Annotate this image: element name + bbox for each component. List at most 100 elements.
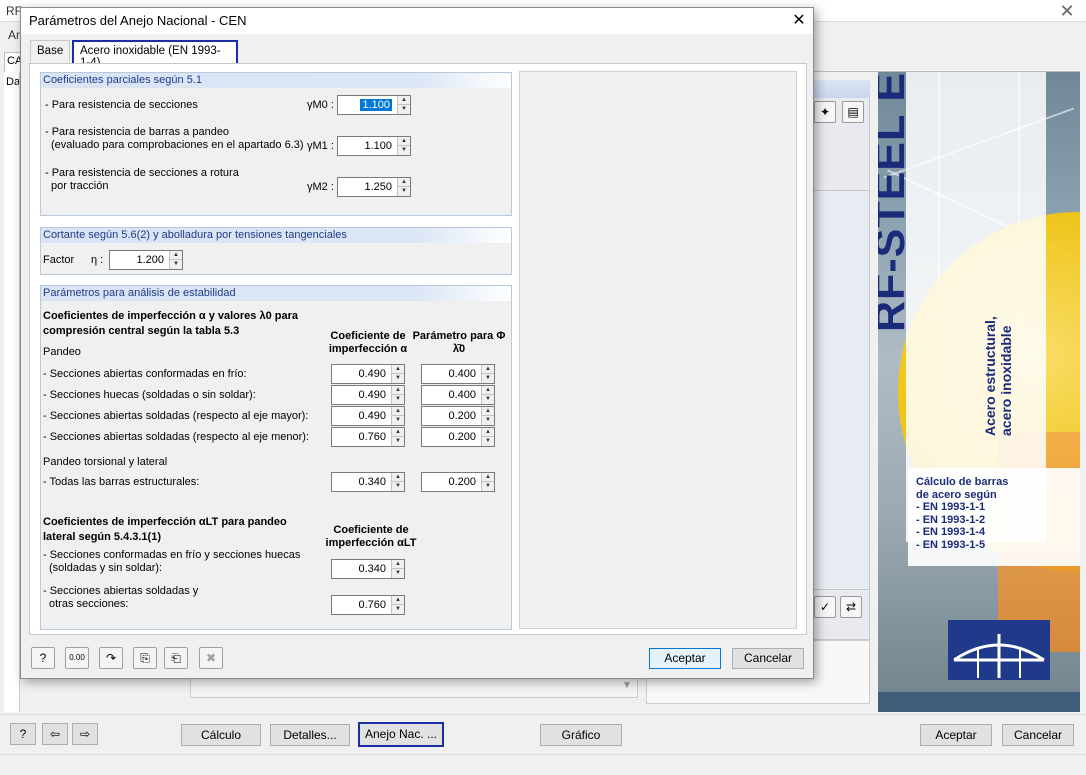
delete-icon[interactable]: ✖: [199, 647, 223, 669]
national-annex-button[interactable]: Anejo Nac. ...: [358, 722, 444, 747]
decimal-places-icon[interactable]: 0.00: [65, 647, 89, 669]
shear-group: Cortante según 5.6(2) y abolladura por t…: [40, 227, 512, 275]
row-label: - Secciones abiertas soldadas (respecto …: [43, 410, 309, 422]
check-icon[interactable]: ✓: [814, 596, 836, 618]
spin-down-icon[interactable]: ▼: [392, 395, 404, 404]
details-button[interactable]: Detalles...: [270, 724, 350, 746]
spin-up-icon[interactable]: ▲: [392, 407, 404, 416]
app-side-panel-header: [812, 80, 870, 98]
spin-down-icon[interactable]: ▼: [398, 187, 410, 196]
status-bar: [0, 754, 1086, 775]
row-label-cont: (soldadas y sin soldar):: [49, 562, 163, 574]
lt-column-header: Coeficiente de imperfección αLT: [325, 524, 417, 549]
lambda-input[interactable]: 0.400 ▲ ▼: [421, 385, 495, 405]
help-icon[interactable]: ?: [10, 723, 36, 745]
pandeo-label: Pandeo: [43, 346, 81, 358]
alpha-input[interactable]: 0.760 ▲ ▼: [331, 427, 405, 447]
graphic-button[interactable]: Gráfico: [540, 724, 622, 746]
export-file-icon[interactable]: ⇨: [72, 723, 98, 745]
spin-up-icon[interactable]: ▲: [482, 365, 494, 374]
spin-down-icon[interactable]: ▼: [482, 482, 494, 491]
eta-input[interactable]: 1.200 ▲ ▼: [109, 250, 183, 270]
spin-up-icon[interactable]: ▲: [392, 365, 404, 374]
dialog-title: Parámetros del Anejo Nacional - CEN: [29, 13, 247, 28]
row-label: - Secciones conformadas en frío y seccio…: [43, 549, 301, 561]
spin-down-icon[interactable]: ▼: [482, 437, 494, 446]
lambda-input[interactable]: 0.400 ▲ ▼: [421, 364, 495, 384]
imperfection-title: Coeficientes de imperfección α y valores…: [43, 310, 298, 322]
copy-icon[interactable]: ⎘: [133, 647, 157, 669]
spin-up-icon[interactable]: ▲: [482, 428, 494, 437]
spin-down-icon[interactable]: ▼: [392, 569, 404, 578]
new-icon[interactable]: ✦: [814, 101, 836, 123]
banner-subtitle: Acero estructural, acero inoxidable: [982, 316, 1014, 436]
import-icon[interactable]: ⇦: [42, 723, 68, 745]
row-label: - Secciones abiertas conformadas en frío…: [43, 368, 247, 380]
spin-up-icon[interactable]: ▲: [482, 386, 494, 395]
info-pane: [519, 71, 797, 629]
gamma-m2-input[interactable]: 1.250 ▲ ▼: [337, 177, 411, 197]
spin-down-icon[interactable]: ▼: [398, 146, 410, 155]
spin-down-icon[interactable]: ▼: [392, 374, 404, 383]
spin-down-icon[interactable]: ▼: [392, 605, 404, 614]
spin-down-icon[interactable]: ▼: [392, 482, 404, 491]
alpha-lt-input[interactable]: 0.760 ▲ ▼: [331, 595, 405, 615]
row-label: - Secciones huecas (soldadas o sin solda…: [43, 389, 256, 401]
help-icon[interactable]: ?: [31, 647, 55, 669]
gamma-m1-input[interactable]: 1.100 ▲ ▼: [337, 136, 411, 156]
dlubal-logo: [948, 620, 1050, 680]
spin-up-icon[interactable]: ▲: [398, 137, 410, 146]
alpha-input[interactable]: 0.490 ▲ ▼: [331, 406, 405, 426]
spin-down-icon[interactable]: ▼: [482, 416, 494, 425]
alpha-lt-input[interactable]: 0.340 ▲ ▼: [331, 559, 405, 579]
lambda-input[interactable]: 0.200 ▲ ▼: [421, 406, 495, 426]
accept-button[interactable]: Aceptar: [649, 648, 721, 669]
menu-item[interactable]: Ar: [8, 28, 20, 42]
spin-up-icon[interactable]: ▲: [482, 473, 494, 482]
calc-button[interactable]: Cálculo: [181, 724, 261, 746]
spin-up-icon[interactable]: ▲: [392, 596, 404, 605]
tab-base[interactable]: Base: [30, 40, 70, 62]
swap-icon[interactable]: ⇄: [840, 596, 862, 618]
tab-stainless[interactable]: Acero inoxidable (EN 1993-1-4): [72, 40, 238, 69]
spin-down-icon[interactable]: ▼: [482, 395, 494, 404]
spin-up-icon[interactable]: ▲: [392, 560, 404, 569]
row-label-cont: por tracción: [51, 180, 109, 192]
alpha-input[interactable]: 0.490 ▲ ▼: [331, 364, 405, 384]
partial-factors-group: Coeficientes parciales según 5.1 - Para …: [40, 72, 512, 216]
lambda-input[interactable]: 0.200 ▲ ▼: [421, 472, 495, 492]
close-icon[interactable]: ✕: [789, 10, 809, 32]
spin-down-icon[interactable]: ▼: [392, 437, 404, 446]
reset-icon[interactable]: ↷: [99, 647, 123, 669]
lt-title-cont: lateral según 5.4.3.1(1): [43, 531, 161, 543]
export-icon[interactable]: ▤: [842, 101, 864, 123]
spin-down-icon[interactable]: ▼: [170, 260, 182, 269]
alpha-input[interactable]: 0.490 ▲ ▼: [331, 385, 405, 405]
spin-up-icon[interactable]: ▲: [398, 178, 410, 187]
app-close-icon[interactable]: ✕: [1056, 2, 1078, 20]
paste-icon[interactable]: ⎗: [164, 647, 188, 669]
navigator-item[interactable]: Da: [6, 76, 19, 88]
stability-group: Parámetros para análisis de estabilidad …: [40, 285, 512, 630]
gamma-m0-input[interactable]: 1.100 ▲ ▼: [337, 95, 411, 115]
lambda-input[interactable]: 0.200 ▲ ▼: [421, 427, 495, 447]
spin-down-icon[interactable]: ▼: [398, 105, 410, 114]
alpha-input[interactable]: 0.340 ▲ ▼: [331, 472, 405, 492]
chevron-down-icon[interactable]: ▼: [620, 678, 634, 694]
spin-up-icon[interactable]: ▲: [170, 251, 182, 260]
spin-up-icon[interactable]: ▲: [398, 96, 410, 105]
row-label-cont: otras secciones:: [49, 598, 129, 610]
torsional-label: Pandeo torsional y lateral: [43, 456, 168, 468]
spin-up-icon[interactable]: ▲: [392, 428, 404, 437]
app-accept-button[interactable]: Aceptar: [920, 724, 992, 746]
row-label: - Para resistencia de secciones: [45, 99, 198, 111]
row-label: - Secciones abiertas soldadas y: [43, 585, 199, 597]
spin-up-icon[interactable]: ▲: [392, 473, 404, 482]
spin-down-icon[interactable]: ▼: [392, 416, 404, 425]
spin-down-icon[interactable]: ▼: [482, 374, 494, 383]
app-cancel-button[interactable]: Cancelar: [1002, 724, 1074, 746]
cancel-button[interactable]: Cancelar: [732, 648, 804, 669]
lt-title: Coeficientes de imperfección αLT para pa…: [43, 516, 287, 528]
spin-up-icon[interactable]: ▲: [482, 407, 494, 416]
spin-up-icon[interactable]: ▲: [392, 386, 404, 395]
